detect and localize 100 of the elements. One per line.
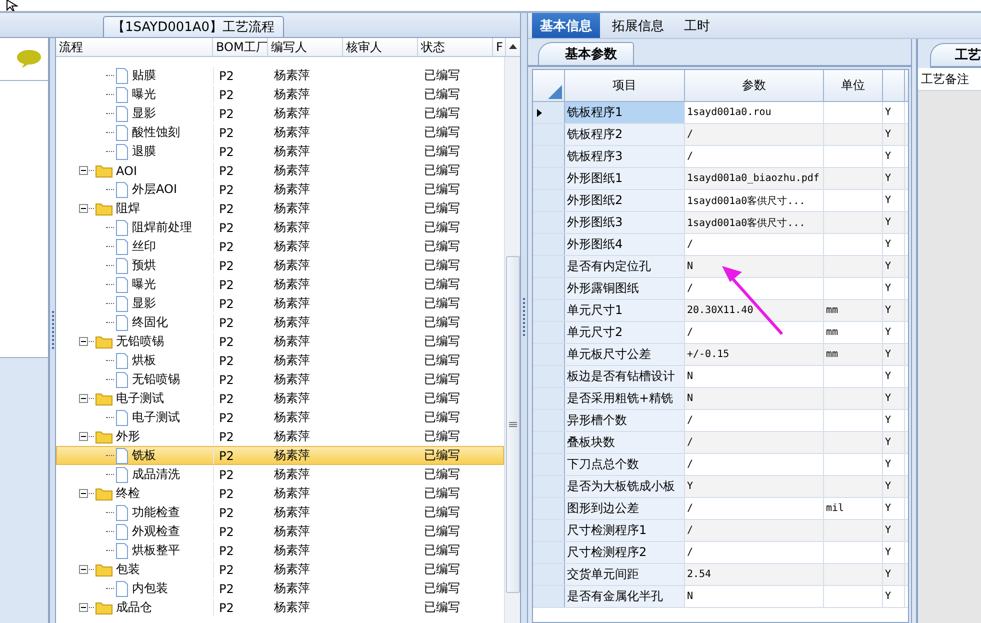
grip-icon[interactable]: [50, 310, 54, 350]
collapse-icon[interactable]: [79, 394, 88, 403]
speech-bubble-icon[interactable]: [16, 49, 42, 69]
step-name: 功能检查: [132, 504, 180, 521]
step-name: 阻焊前处理: [132, 219, 192, 236]
table-cell: Y: [883, 102, 905, 123]
table-cell-text: 杨素萍: [273, 143, 311, 160]
column-header[interactable]: 编写人: [268, 38, 343, 56]
collapse-icon[interactable]: [79, 432, 88, 441]
panel-title-tab[interactable]: 【1SAYD001A0】工艺流程: [103, 16, 284, 37]
current-row-icon: [537, 108, 542, 116]
flow-row[interactable]: 显影 P2 杨素萍 已编写: [56, 294, 504, 313]
flow-row[interactable]: 终固化 P2 杨素萍 已编写: [56, 313, 504, 332]
flow-row[interactable]: 无铅喷锡 P2 杨素萍 已编写: [56, 370, 504, 389]
scrollbar-thumb[interactable]: [506, 256, 520, 593]
collapse-icon[interactable]: [79, 204, 88, 213]
table-cell: 外形图纸2: [565, 190, 685, 211]
table-cell: +/-0.15: [685, 344, 824, 365]
table-cell-text: 杨素萍: [273, 371, 311, 388]
flow-row[interactable]: 丝印 P2 杨素萍 已编写: [56, 237, 504, 256]
table-cell-text: 已编写: [423, 390, 461, 407]
document-icon: [115, 372, 129, 388]
table-cell-text: 已编写: [423, 67, 461, 84]
flow-row[interactable]: 烘板整平 P2 杨素萍 已编写: [56, 541, 504, 560]
flow-row[interactable]: 铣板 P2 杨素萍 已编写: [56, 446, 504, 465]
table-cell: /: [685, 520, 824, 541]
table-cell: N: [685, 366, 824, 387]
table-cell-text: 杨素萍: [273, 295, 311, 312]
table-cell-text: 杨素萍: [273, 124, 311, 141]
flow-row[interactable]: 电子测试 P2 杨素萍 已编写: [56, 408, 504, 427]
step-name: 退膜: [132, 143, 156, 160]
step-name: 无铅喷锡: [132, 371, 180, 388]
table-cell-text: P2: [218, 144, 235, 158]
column-header[interactable]: 单位: [824, 70, 883, 101]
table-cell-text: 已编写: [423, 200, 461, 217]
document-icon: [115, 238, 129, 254]
row-header[interactable]: [533, 102, 565, 123]
step-name: 电子测试: [116, 390, 164, 407]
collapse-icon[interactable]: [79, 565, 88, 574]
flow-row[interactable]: 阻焊前处理 P2 杨素萍 已编写: [56, 218, 504, 237]
flow-row[interactable]: 外层AOI P2 杨素萍 已编写: [56, 180, 504, 199]
table-cell-text: 杨素萍: [273, 181, 311, 198]
table-cell-text: P2: [218, 582, 235, 596]
flow-row[interactable]: 无铅喷锡 P2 杨素萍 已编写: [56, 332, 504, 351]
table-cell-text: P2: [218, 182, 235, 196]
column-header[interactable]: 状态: [418, 38, 493, 56]
tab[interactable]: 基本信息: [532, 13, 600, 38]
flow-row[interactable]: 成品清洗 P2 杨素萍 已编写: [56, 465, 504, 484]
table-cell-text: 杨素萍: [273, 504, 311, 521]
folder-icon: [95, 430, 113, 444]
table-cell: /: [685, 454, 824, 475]
flow-row[interactable]: 烘板 P2 杨素萍 已编写: [56, 351, 504, 370]
table-cell-text: 杨素萍: [273, 542, 311, 559]
flow-row[interactable]: 退膜 P2 杨素萍 已编写: [56, 142, 504, 161]
flow-row[interactable]: 包装 P2 杨素萍 已编写: [56, 560, 504, 579]
table-cell-text: P2: [218, 562, 235, 576]
table-cell-text: P2: [218, 354, 235, 368]
tab[interactable]: 拓展信息: [604, 13, 672, 38]
notes-tab[interactable]: 工艺: [930, 43, 981, 68]
flow-row[interactable]: 终检 P2 杨素萍 已编写: [56, 484, 504, 503]
step-name: 终固化: [132, 314, 168, 331]
scroll-up-icon[interactable]: [508, 43, 517, 49]
column-header[interactable]: 核审人: [343, 38, 418, 56]
flow-row[interactable]: 成品仓 P2 杨素萍 已编写: [56, 598, 504, 617]
collapse-icon[interactable]: [79, 489, 88, 498]
flow-row[interactable]: 外观检查 P2 杨素萍 已编写: [56, 522, 504, 541]
table-cell: 外形图纸3: [565, 212, 685, 233]
table-cell-text: 杨素萍: [273, 580, 311, 597]
step-name: 预烘: [132, 257, 156, 274]
flow-row[interactable]: 曝光 P2 杨素萍 已编写: [56, 85, 504, 104]
table-cell-text: P2: [218, 544, 235, 558]
flow-row[interactable]: 预烘 P2 杨素萍 已编写: [56, 256, 504, 275]
grip-icon[interactable]: [522, 298, 526, 338]
flow-row[interactable]: 阻焊 P2 杨素萍 已编写: [56, 199, 504, 218]
column-header[interactable]: 项目: [565, 70, 685, 101]
column-header[interactable]: F: [493, 38, 506, 56]
flow-row[interactable]: 曝光 P2 杨素萍 已编写: [56, 275, 504, 294]
flow-row[interactable]: 电子测试 P2 杨素萍 已编写: [56, 389, 504, 408]
document-icon: [115, 258, 129, 274]
column-header[interactable]: 流程: [56, 38, 213, 56]
flow-row[interactable]: AOI P2 杨素萍 已编写: [56, 161, 504, 180]
column-header[interactable]: 参数: [685, 70, 824, 101]
flow-row[interactable]: 贴膜 P2 杨素萍 已编写: [56, 66, 504, 85]
collapse-icon[interactable]: [79, 603, 88, 612]
flow-row[interactable]: 外形 P2 杨素萍 已编写: [56, 427, 504, 446]
table-cell-text: P2: [218, 372, 235, 386]
column-header[interactable]: BOM工厂: [213, 38, 268, 56]
flow-row[interactable]: 显影 P2 杨素萍 已编写: [56, 104, 504, 123]
table-cell-text: P2: [218, 430, 235, 444]
table-cell: 叠板块数: [565, 432, 685, 453]
table-cell: Y: [883, 256, 905, 277]
flow-row[interactable]: 内包装 P2 杨素萍 已编写: [56, 579, 504, 598]
tab[interactable]: 工时: [676, 13, 718, 38]
document-icon: [115, 524, 129, 540]
subtab[interactable]: 基本参数: [538, 42, 634, 65]
collapse-icon[interactable]: [79, 166, 88, 175]
table-cell: Y: [883, 388, 905, 409]
collapse-icon[interactable]: [79, 337, 88, 346]
flow-row[interactable]: 功能检查 P2 杨素萍 已编写: [56, 503, 504, 522]
flow-row[interactable]: 酸性蚀刻 P2 杨素萍 已编写: [56, 123, 504, 142]
